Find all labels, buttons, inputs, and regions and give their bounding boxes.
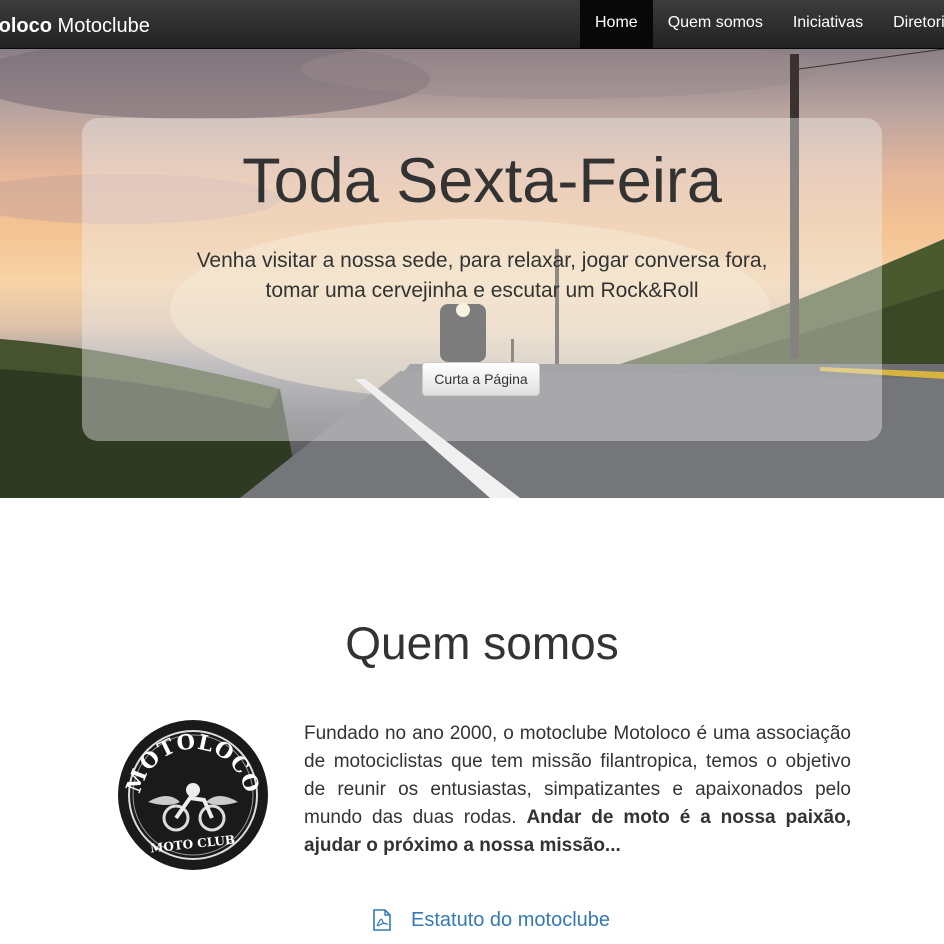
estatuto-link[interactable]: Estatuto do motoclube [372, 906, 610, 934]
brand-link[interactable]: toloco Motoclube [0, 15, 150, 38]
section-title-quem-somos: Quem somos [345, 617, 619, 669]
pdf-file-icon [373, 909, 391, 931]
motoloco-logo: MOTOLOCO MOTO CLUB [118, 720, 268, 870]
main-nav: Home Quem somos Iniciativas Diretori [580, 0, 944, 48]
nav-quem-somos[interactable]: Quem somos [653, 0, 778, 48]
hero-panel: Toda Sexta-Feira Venha visitar a nossa s… [82, 118, 882, 441]
hero-subtitle: Venha visitar a nossa sede, para relaxar… [196, 249, 768, 302]
nav-iniciativas[interactable]: Iniciativas [778, 0, 878, 48]
estatuto-link-label: Estatuto do motoclube [411, 908, 611, 931]
brand-rest: Motoclube [52, 15, 150, 37]
navbar: toloco Motoclube Home Quem somos Iniciat… [0, 0, 944, 49]
hero-title: Toda Sexta-Feira [242, 146, 722, 216]
nav-diretoria[interactable]: Diretori [878, 0, 944, 48]
curta-pagina-button[interactable]: Curta a Página [422, 362, 540, 396]
about-text: Fundado no ano 2000, o motoclube Motoloc… [304, 720, 851, 860]
nav-home[interactable]: Home [580, 0, 653, 48]
brand-bold: toloco [0, 15, 52, 37]
hero-banner: Toda Sexta-Feira Venha visitar a nossa s… [0, 49, 944, 498]
